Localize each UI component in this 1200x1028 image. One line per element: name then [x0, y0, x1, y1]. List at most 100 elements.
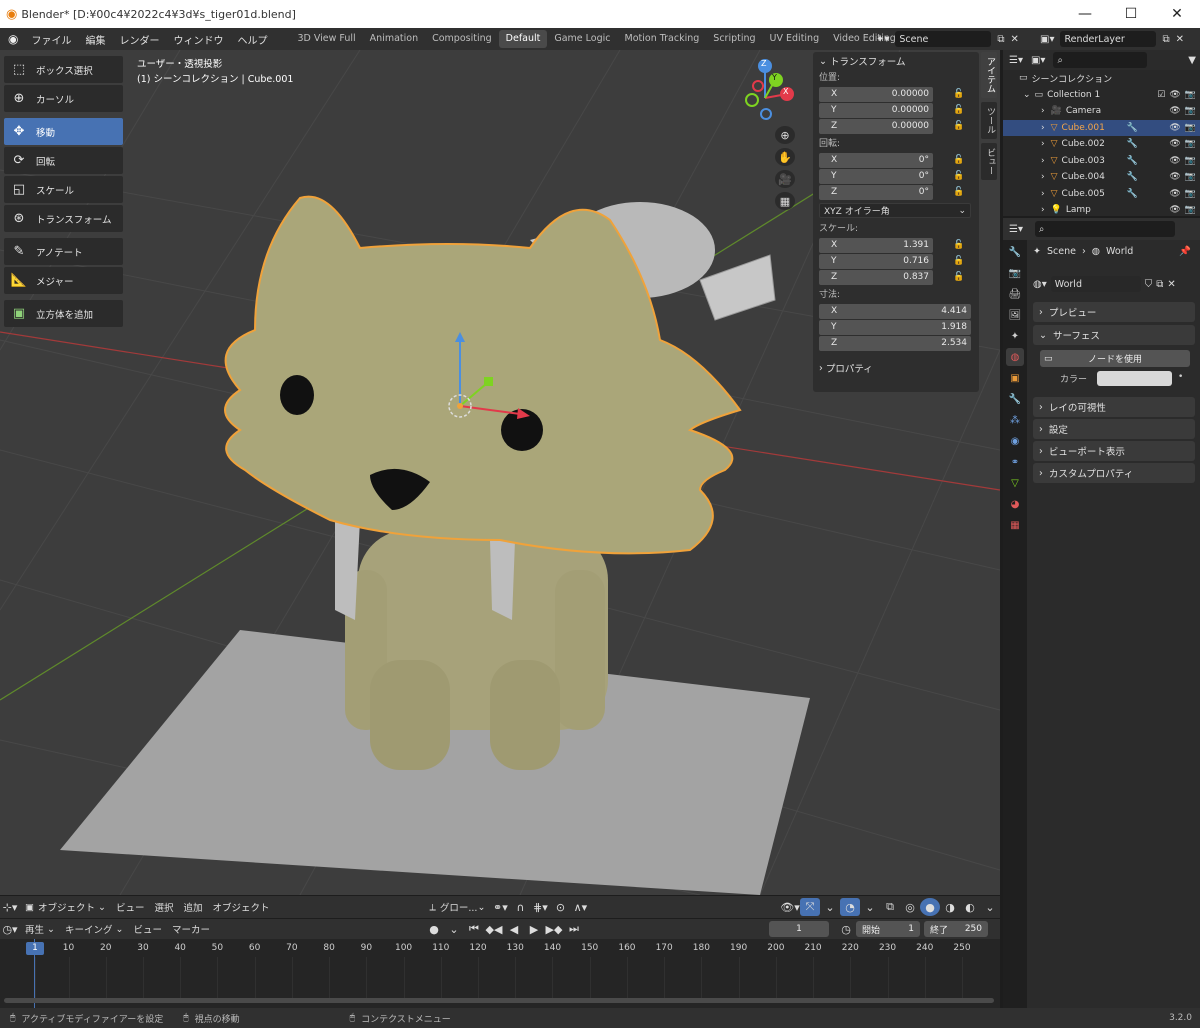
menu-add[interactable]: 追加	[179, 900, 208, 914]
eye-icon[interactable]: 👁	[1169, 205, 1180, 215]
view-layer-tab-icon[interactable]: 🖼	[1006, 306, 1024, 324]
constraints-tab-icon[interactable]: ⚭	[1006, 453, 1024, 471]
camera-render-icon[interactable]: 📷	[1185, 139, 1196, 149]
shading-solid-icon[interactable]: ●	[920, 898, 940, 916]
eye-icon[interactable]: 👁	[1169, 90, 1180, 100]
scale-y-field[interactable]: Y 0.716	[819, 253, 933, 269]
blender-menu-icon[interactable]: ◉	[8, 32, 18, 46]
render-tab-icon[interactable]: 📷	[1006, 264, 1024, 282]
tool-transform[interactable]: ⊛ トランスフォーム	[4, 205, 123, 232]
custom-properties-panel-header[interactable]: › カスタムプロパティ	[1033, 463, 1195, 483]
minimize-button[interactable]: —	[1062, 0, 1108, 28]
timeline-scrollbar[interactable]	[4, 998, 994, 1003]
world-name-field[interactable]: World	[1050, 276, 1141, 292]
current-frame-field[interactable]: 1	[769, 921, 829, 937]
eye-icon[interactable]: 👁	[1169, 172, 1180, 182]
eye-icon[interactable]: 👁	[1169, 123, 1180, 133]
ortho-grid-icon[interactable]: ▦	[775, 192, 795, 210]
camera-render-icon[interactable]: 📷	[1185, 123, 1196, 133]
camera-render-icon[interactable]: 📷	[1185, 189, 1196, 199]
eye-icon[interactable]: 👁	[1169, 139, 1180, 149]
scene-selector[interactable]: Scene	[895, 31, 992, 47]
ray-visibility-panel-header[interactable]: › レイの可視性	[1033, 397, 1195, 417]
scene-tab-icon[interactable]: ✦	[1006, 327, 1024, 345]
workspace-tab-3d-view-full[interactable]: 3D View Full	[290, 30, 362, 48]
menu-file[interactable]: ファイル	[24, 32, 78, 47]
scene-copy-icon[interactable]: ⧉	[997, 34, 1004, 45]
workspace-tab-compositing[interactable]: Compositing	[425, 30, 499, 48]
tool-add-cube[interactable]: ▣ 立方体を追加	[4, 300, 123, 327]
world-unlink-icon[interactable]: ✕	[1167, 279, 1175, 290]
navigation-gizmo[interactable]: Z X Y	[730, 56, 800, 126]
tool-rotate[interactable]: ⟳ 回転	[4, 147, 123, 174]
transform-header[interactable]: ⌄ トランスフォーム	[813, 52, 979, 70]
viewport-display-panel-header[interactable]: › ビューポート表示	[1033, 441, 1195, 461]
fake-user-shield-icon[interactable]: ⛉	[1145, 279, 1153, 290]
end-frame-field[interactable]: 終了 250	[924, 921, 988, 937]
color-dot-icon[interactable]: •	[1178, 372, 1183, 382]
outliner-item-cube-003[interactable]: › ▽ Cube.003 🔧 👁 📷	[1003, 153, 1200, 170]
close-button[interactable]: ✕	[1154, 0, 1200, 28]
keying-set-icon[interactable]: ⌄	[444, 920, 464, 938]
outliner-filter-menu-icon[interactable]: ▣▾	[1031, 55, 1045, 66]
menu-edit[interactable]: 編集	[78, 32, 112, 47]
timeline-editor-type-icon[interactable]: ◷▾	[0, 920, 20, 938]
render-layer-icon[interactable]: ▣▾	[1040, 34, 1054, 45]
pan-hand-icon[interactable]: ✋	[775, 148, 795, 166]
scale-x-field[interactable]: X 1.391	[819, 237, 933, 253]
tool-scale[interactable]: ◱ スケール	[4, 176, 123, 203]
menu-object[interactable]: オブジェクト	[208, 900, 275, 914]
gizmo-dropdown-icon[interactable]: ⌄	[820, 898, 840, 916]
clock-icon[interactable]: ◷	[836, 920, 856, 938]
menu-timeline-view[interactable]: ビュー	[129, 922, 168, 936]
rotation-x-field[interactable]: X 0°	[819, 152, 933, 168]
jump-end-icon[interactable]: ⏭	[564, 920, 584, 938]
world-browse-icon[interactable]: ◍▾	[1033, 279, 1047, 290]
menu-render[interactable]: レンダー	[112, 32, 166, 47]
lock-icon[interactable]: 🔓	[953, 121, 964, 131]
camera-render-icon[interactable]: 📷	[1185, 205, 1196, 215]
falloff-curve-icon[interactable]: ∧▾	[570, 898, 590, 916]
world-color-swatch[interactable]	[1097, 371, 1172, 386]
outliner-item-cube-005[interactable]: › ▽ Cube.005 🔧 👁 📷	[1003, 186, 1200, 203]
snap-magnet-icon[interactable]: ∩	[510, 898, 530, 916]
pin-icon[interactable]: 📌	[1179, 246, 1191, 257]
tab-item[interactable]: アイテム	[981, 52, 997, 98]
workspace-tab-motion-tracking[interactable]: Motion Tracking	[618, 30, 707, 48]
world-copy-icon[interactable]: ⧉	[1156, 279, 1163, 290]
menu-view[interactable]: ビュー	[111, 900, 150, 914]
data-tab-icon[interactable]: ▽	[1006, 474, 1024, 492]
visibility-icon[interactable]: 👁▾	[780, 898, 800, 916]
material-tab-icon[interactable]: ◕	[1006, 495, 1024, 513]
outliner-display-mode-icon[interactable]: ☰▾	[1009, 55, 1023, 66]
menu-playback[interactable]: 再生 ⌄	[20, 922, 60, 937]
scene-icon[interactable]: ✦▾	[876, 34, 889, 45]
camera-render-icon[interactable]: 📷	[1185, 106, 1196, 116]
rotation-z-field[interactable]: Z 0°	[819, 184, 933, 200]
pivot-point-icon[interactable]: ⚭▾	[490, 898, 510, 916]
rotation-mode-select[interactable]: XYZ オイラー角 ⌄	[819, 203, 971, 218]
outliner-item-cube-002[interactable]: › ▽ Cube.002 🔧 👁 📷	[1003, 136, 1200, 153]
filter-funnel-icon[interactable]: ▼	[1188, 55, 1196, 66]
dimension-z-field[interactable]: Z 2.534	[819, 335, 971, 351]
properties-search-input[interactable]: ⌕	[1034, 221, 1175, 237]
breadcrumb-scene[interactable]: Scene	[1047, 246, 1076, 257]
outliner-item-camera[interactable]: › 🎥 Camera 👁 📷	[1003, 103, 1200, 120]
menu-help[interactable]: ヘルプ	[230, 32, 274, 47]
lock-icon[interactable]: 🔓	[953, 105, 964, 115]
eye-icon[interactable]: 👁	[1169, 189, 1180, 199]
render-layer-selector[interactable]: RenderLayer	[1060, 31, 1157, 47]
render-layer-close-icon[interactable]: ✕	[1176, 34, 1184, 45]
object-tab-icon[interactable]: ▣	[1006, 369, 1024, 387]
use-nodes-button[interactable]: ▭ ノードを使用	[1040, 350, 1190, 367]
eye-icon[interactable]: 👁	[1169, 106, 1180, 116]
jump-keyframe-forward-icon[interactable]: ▶◆	[544, 920, 564, 938]
overlay-dropdown-icon[interactable]: ⌄	[860, 898, 880, 916]
camera-render-icon[interactable]: 📷	[1185, 172, 1196, 182]
outliner-search-input[interactable]: ⌕	[1053, 52, 1148, 68]
shading-dropdown-icon[interactable]: ⌄	[980, 898, 1000, 916]
tool-cursor[interactable]: ⊕ カーソル	[4, 85, 123, 112]
tool-move[interactable]: ✥ 移動	[4, 118, 123, 145]
location-y-field[interactable]: Y 0.00000	[819, 102, 933, 118]
workspace-tab-animation[interactable]: Animation	[363, 30, 425, 48]
